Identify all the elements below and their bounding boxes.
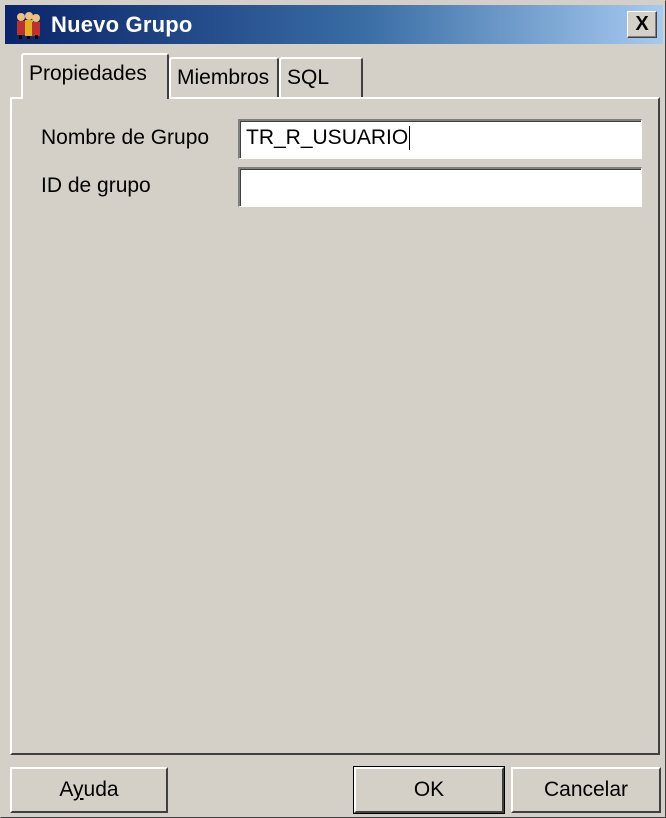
ok-label: OK [413,778,445,801]
text-caret [409,126,411,151]
dialog-window: Nuevo Grupo X Propiedades Miembros SQL N… [0,0,666,818]
cancel-label: Cancelar [543,778,629,801]
group-users-icon [17,12,40,39]
tab-miembros[interactable]: Miembros [169,57,279,97]
title-bar[interactable]: Nuevo Grupo X [5,5,663,44]
tab-sql[interactable]: SQL [279,57,363,97]
tab-label: SQL [287,66,330,89]
group-id-label: ID de grupo [41,174,151,197]
help-label-suffix: uda [83,778,119,801]
help-button[interactable]: Ayuda [10,767,168,813]
tab-label: Propiedades [29,62,147,85]
properties-panel: Nombre de Grupo TR_R_USUARIO ID de grupo [10,97,660,755]
window-title: Nuevo Grupo [51,12,193,37]
group-name-input[interactable]: TR_R_USUARIO [238,119,642,159]
group-id-input[interactable] [238,167,642,207]
group-name-label: Nombre de Grupo [41,126,210,149]
close-button[interactable]: X [627,11,657,38]
help-label-prefix: A [59,778,74,801]
help-label-mnemonic: y [73,778,84,801]
cancel-button[interactable]: Cancelar [511,767,661,813]
ok-button[interactable]: OK [353,766,505,814]
tab-propiedades[interactable]: Propiedades [21,53,169,99]
tab-label: Miembros [177,66,270,89]
close-icon: X [635,13,649,35]
group-name-value: TR_R_USUARIO [246,126,409,149]
